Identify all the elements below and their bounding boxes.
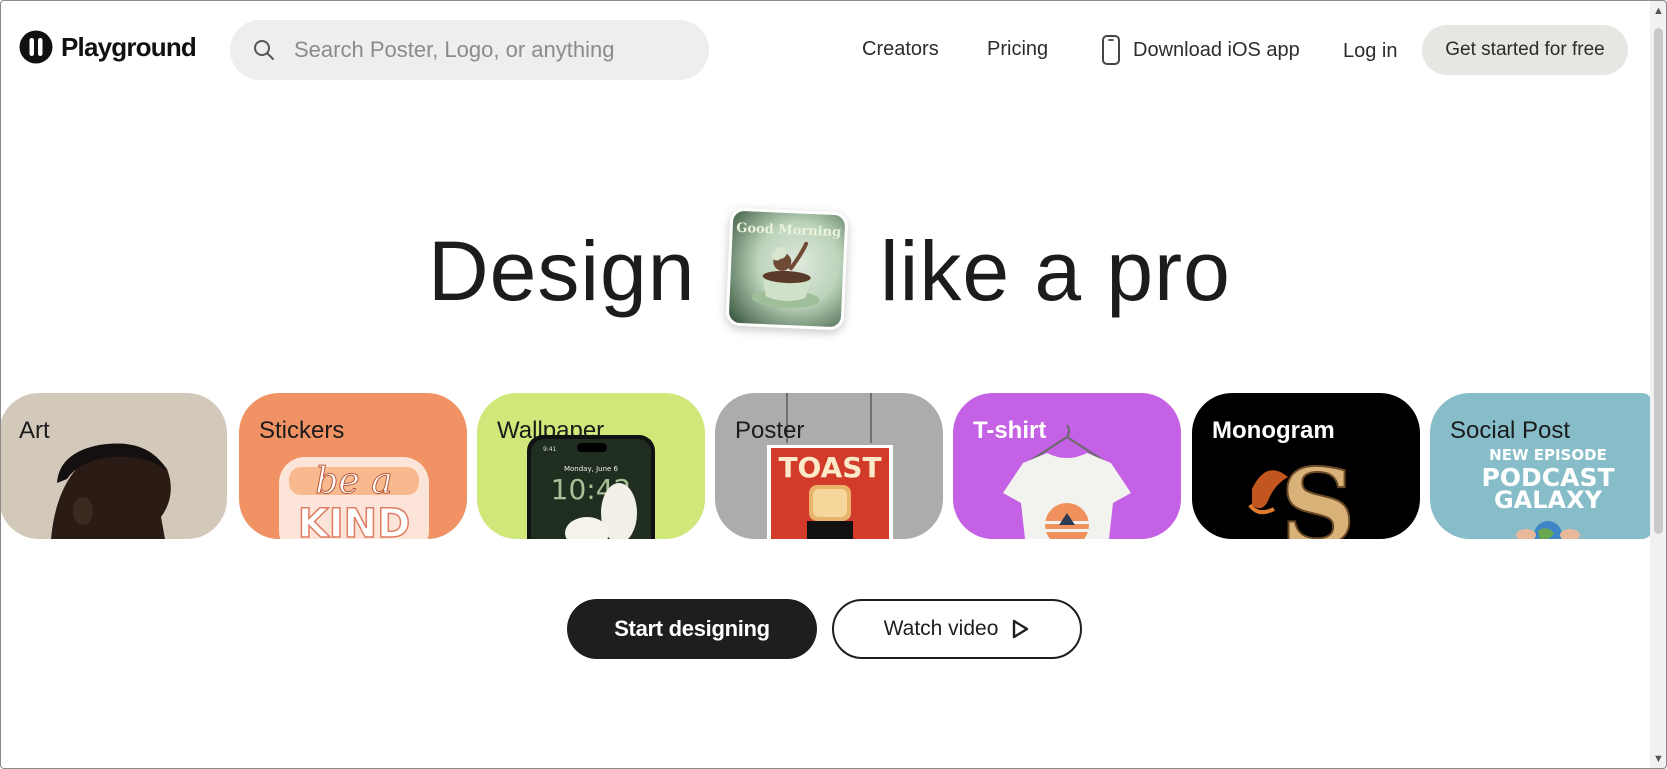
portrait-illustration (51, 443, 171, 539)
social-text-3: GALAXY (1494, 486, 1603, 514)
download-label: Download iOS app (1133, 38, 1300, 61)
watch-video-label: Watch video (883, 617, 999, 640)
nav-download-ios-app[interactable]: Download iOS app (1101, 35, 1300, 65)
poster-text: TOAST (778, 451, 881, 484)
logo-text: Playground (61, 31, 197, 62)
phone-icon (1102, 35, 1120, 65)
poster-illustration: TOAST (767, 393, 893, 539)
watch-video-button[interactable]: Watch video (832, 599, 1082, 659)
category-card-art[interactable]: Art (0, 393, 227, 539)
login-link[interactable]: Log in (1343, 40, 1398, 63)
sticker-text-bottom: KIND (298, 501, 411, 539)
category-label: Monogram (1212, 417, 1335, 444)
category-card-poster[interactable]: Poster TOAST (715, 393, 943, 539)
start-designing-button[interactable]: Start designing (567, 599, 817, 659)
nav-pricing[interactable]: Pricing (987, 38, 1048, 61)
get-started-button[interactable]: Get started for free (1422, 25, 1628, 75)
category-label: Art (19, 417, 50, 444)
scroll-up-arrow-icon[interactable]: ▲ (1653, 5, 1664, 17)
search-bar[interactable] (230, 20, 709, 80)
monogram-illustration: S (1248, 444, 1357, 539)
category-label: Social Post (1450, 417, 1571, 444)
category-label: Stickers (259, 417, 345, 444)
window-frame (0, 0, 1667, 769)
phone-wallpaper-illustration: 9:41 Monday, June 6 10:42 (527, 435, 655, 539)
coffee-cup-illustration (751, 241, 820, 309)
scroll-down-arrow-icon[interactable]: ▼ (1653, 753, 1664, 765)
wallpaper-date: Monday, June 6 (564, 465, 619, 473)
wallpaper-status-time: 9:41 (543, 446, 557, 453)
nav-creators[interactable]: Creators (862, 38, 939, 61)
playground-logo-icon (19, 30, 53, 64)
logo[interactable]: Playground (19, 30, 197, 64)
monogram-letter: S (1280, 445, 1355, 539)
search-icon (254, 40, 274, 60)
hero-image: Good Morning (725, 207, 849, 331)
tshirt-illustration (1003, 424, 1131, 539)
category-label: Poster (735, 417, 805, 444)
category-card-wallpaper[interactable]: 9:41 Monday, June 6 10:42 Wallpaper (477, 393, 705, 539)
hero-title-right: like a pro (880, 224, 1231, 318)
search-input[interactable] (292, 36, 676, 64)
hero-title-left: Design (428, 224, 696, 318)
category-label: T-shirt (973, 417, 1047, 444)
social-post-illustration: NEW EPISODE PODCAST GALAXY (1481, 446, 1615, 539)
category-card-stickers[interactable]: Stickers be a KIND (239, 393, 467, 539)
category-carousel: Art Stickers be a KIND 9:41 Monday, June… (0, 393, 1652, 539)
sticker-illustration: be a KIND (279, 457, 429, 539)
scrollbar-thumb[interactable] (1654, 28, 1663, 534)
category-card-tshirt[interactable]: T-shirt (953, 393, 1181, 539)
sticker-text-top: be a (315, 461, 392, 502)
vertical-scrollbar[interactable]: ▲ ▼ (1650, 0, 1667, 769)
social-text-1: NEW EPISODE (1489, 446, 1607, 464)
category-card-monogram[interactable]: Monogram S (1192, 393, 1420, 539)
play-icon (1013, 619, 1029, 639)
category-card-social-post[interactable]: Social Post NEW EPISODE PODCAST GALAXY (1430, 393, 1652, 539)
